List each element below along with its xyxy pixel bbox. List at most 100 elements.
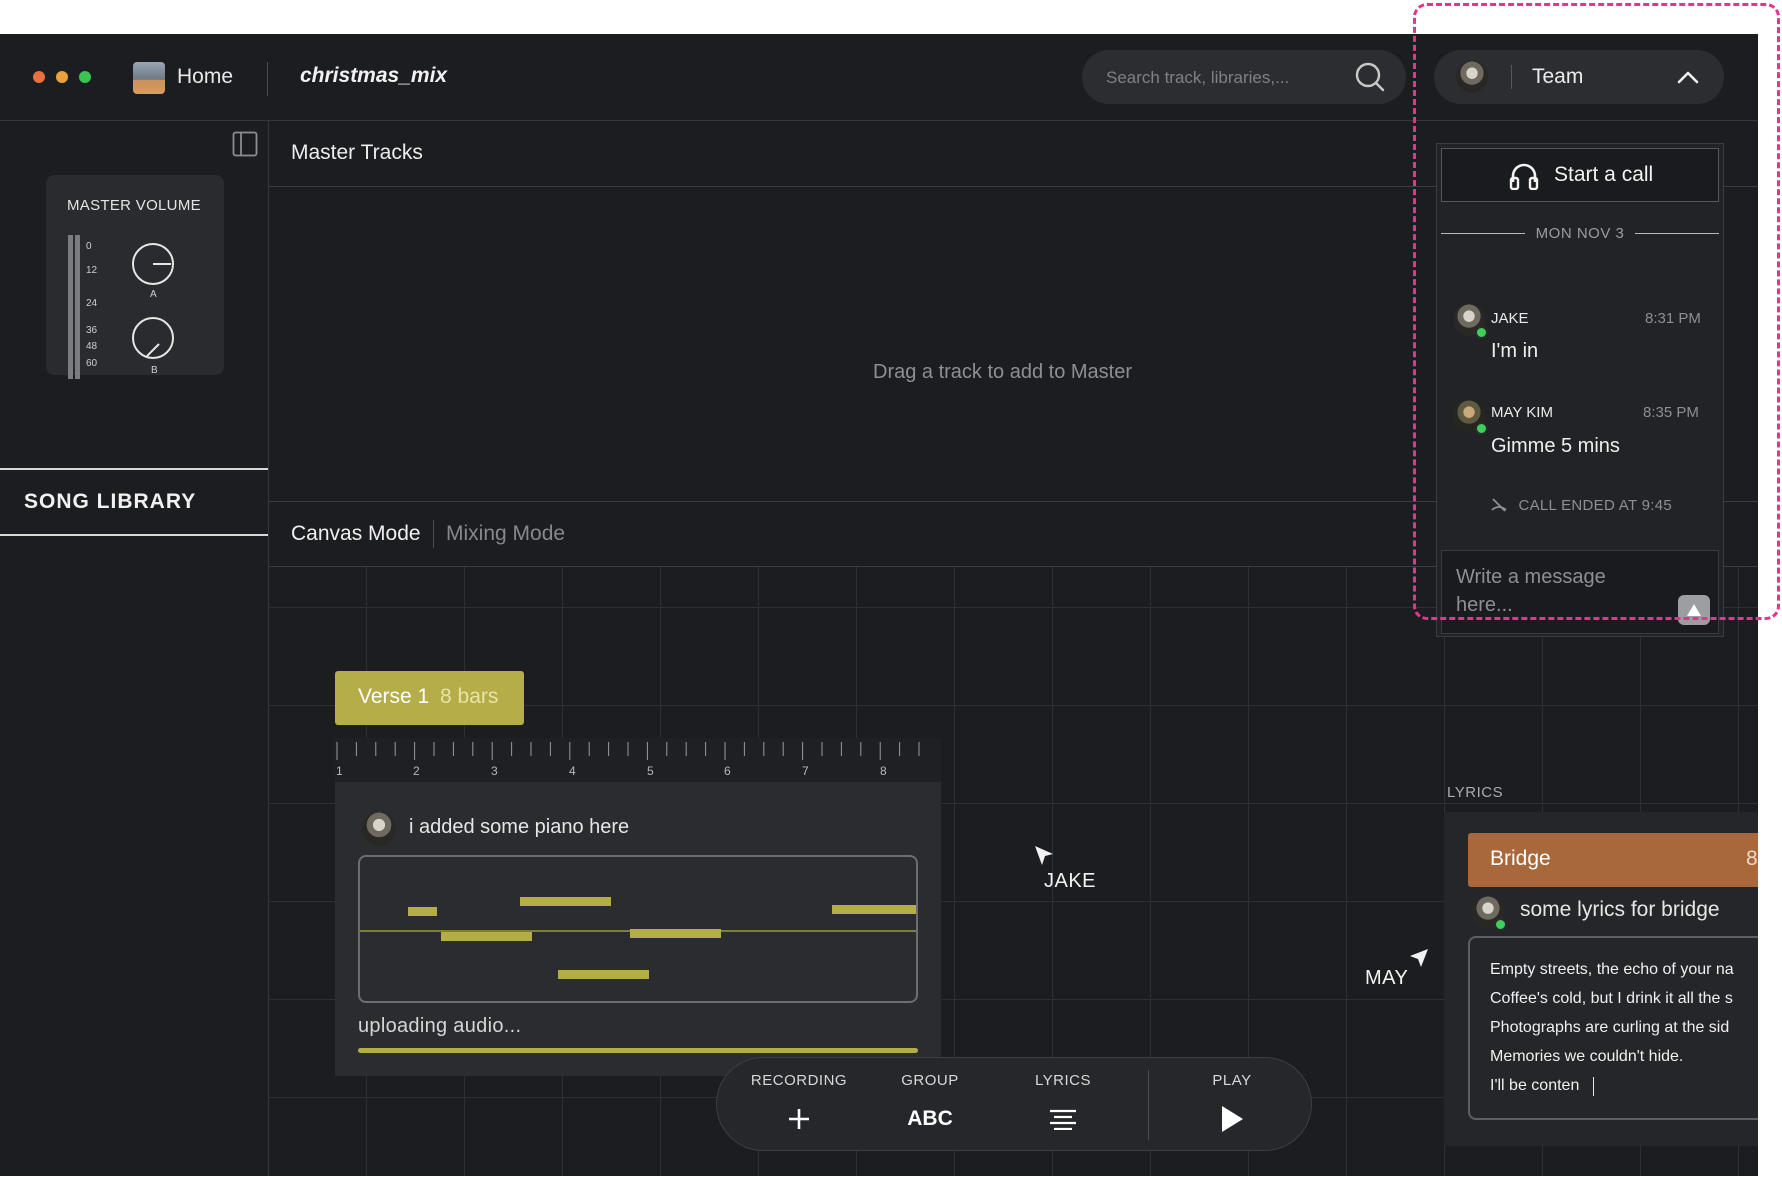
master-tracks-title: Master Tracks [291,141,423,164]
tab-divider [433,520,434,548]
ruler-number: 8 [880,764,887,778]
ruler-number: 4 [569,764,576,778]
timeline-ruler[interactable] [335,738,941,782]
online-status-dot [1475,422,1488,435]
sidebar-toggle-icon[interactable] [232,131,258,157]
plus-icon [789,1109,809,1129]
call-ended-icon [1491,498,1507,512]
volume-knob-a[interactable] [132,243,174,285]
ruler-number: 5 [647,764,654,778]
recording-button[interactable]: RECORDING [744,1072,854,1142]
scale-label: 36 [86,325,98,336]
call-ended-notice: CALL ENDED AT 9:45 [1437,497,1725,514]
recording-label: RECORDING [750,1072,848,1089]
project-title: christmas_mix [300,64,448,87]
lyrics-caption: LYRICS [1447,784,1504,801]
jake-cursor-label: JAKE [1044,870,1097,892]
app-window: Home christmas_mix Team MASTER VOLUME [0,34,1758,1176]
volume-meter-right [75,235,80,379]
team-label: Team [1532,65,1584,88]
clip-comment-text: i added some piano here [409,816,630,838]
midi-note [408,907,437,916]
online-status-dot [1475,326,1488,339]
message-time: 8:31 PM [1645,310,1701,327]
lyrics-line: Coffee's cold, but I drink it all the s [1490,990,1733,1007]
bridge-name: Bridge [1490,847,1551,870]
midi-note [558,970,649,979]
ruler-number: 6 [724,764,731,778]
bridge-section-tag[interactable]: Bridge 8 [1468,833,1758,887]
search-input[interactable] [1104,64,1348,92]
text-caret [1593,1077,1594,1096]
knob-label-a: A [150,289,157,300]
lyrics-line: Empty streets, the echo of your na [1490,961,1734,978]
verse-section-tag[interactable]: Verse 1 8 bars [335,671,524,725]
volume-meter-left [68,235,73,379]
jake-cursor-icon [1035,846,1053,865]
lyrics-line: Photographs are curling at the sid [1490,1019,1730,1036]
message-text: Gimme 5 mins [1491,435,1620,457]
midi-note [832,905,916,914]
message-time: 8:35 PM [1643,404,1699,421]
may-cursor-label: MAY [1365,967,1409,989]
scale-label: 60 [86,358,98,369]
tab-mixing-mode[interactable]: Mixing Mode [446,522,565,546]
master-tracks-dropzone-text: Drag a track to add to Master [873,361,1133,383]
message-input-box[interactable] [1441,550,1719,634]
verse-bars: 8 bars [440,685,499,708]
team-divider [1511,65,1512,89]
verse-name: Verse 1 [358,685,430,708]
scale-label: 48 [86,341,98,352]
home-thumbnail-icon[interactable] [133,62,165,94]
search-icon[interactable] [1354,61,1386,93]
search-bar[interactable] [1082,50,1406,104]
piano-roll-notes [360,897,916,979]
start-call-label: Start a call [1554,163,1654,186]
scale-label: 12 [86,265,98,276]
midi-note [520,897,611,906]
piano-roll[interactable] [358,855,918,1003]
play-button[interactable]: PLAY [1177,1072,1287,1142]
team-dropdown-button[interactable]: Team [1434,50,1724,104]
group-label: GROUP [901,1072,959,1089]
team-chat-dropdown: Start a call MON NOV 3 JAKE 8:31 PM I'm … [1436,143,1724,637]
lyrics-line: Memories we couldn't hide. [1490,1048,1684,1065]
date-label: MON NOV 3 [1535,225,1625,242]
start-call-button[interactable]: Start a call [1441,148,1719,202]
ruler-number: 3 [491,764,498,778]
upload-progress-bar [358,1048,918,1053]
group-button[interactable]: GROUP ABC [875,1072,985,1142]
toolbar-divider [1148,1070,1149,1140]
song-library-label: SONG LIBRARY [24,490,197,513]
ruler-number: 2 [413,764,420,778]
master-volume-title: MASTER VOLUME [67,197,201,214]
upload-status-text: uploading audio... [358,1015,522,1037]
online-status-dot [1494,918,1507,931]
may-cursor-icon [1410,949,1428,967]
scale-label: 0 [86,241,92,252]
message-author: JAKE [1491,310,1529,327]
chevron-up-icon [1677,71,1699,84]
window-close-button[interactable] [33,71,45,83]
song-library-section[interactable]: SONG LIBRARY [0,468,268,536]
knob-label-b: B [151,365,158,376]
scale-label: 24 [86,298,98,309]
volume-knob-b[interactable] [132,317,174,359]
send-button[interactable] [1678,595,1710,625]
lyrics-button[interactable]: LYRICS [1008,1072,1118,1142]
window-maximize-button[interactable] [79,71,91,83]
top-bar: Home christmas_mix Team [0,34,1758,121]
window-minimize-button[interactable] [56,71,68,83]
audio-clip[interactable]: 1 2 3 4 5 6 7 8 i added some piano here … [335,738,941,1076]
jake-avatar [362,812,396,846]
left-sidebar: MASTER VOLUME 0 12 24 36 48 60 A B SONG … [0,121,269,1176]
lyrics-tool-label: LYRICS [1034,1072,1092,1089]
play-label: PLAY [1212,1072,1252,1089]
lyrics-line: I'll be conten [1490,1077,1580,1094]
text-align-icon [1050,1109,1076,1130]
home-link[interactable]: Home [177,65,233,89]
message-input[interactable] [1454,561,1658,627]
tab-canvas-mode[interactable]: Canvas Mode [291,522,421,546]
lyrics-text-editor[interactable]: Empty streets, the echo of your na Coffe… [1468,936,1758,1120]
call-ended-text: CALL ENDED AT 9:45 [1518,497,1672,514]
